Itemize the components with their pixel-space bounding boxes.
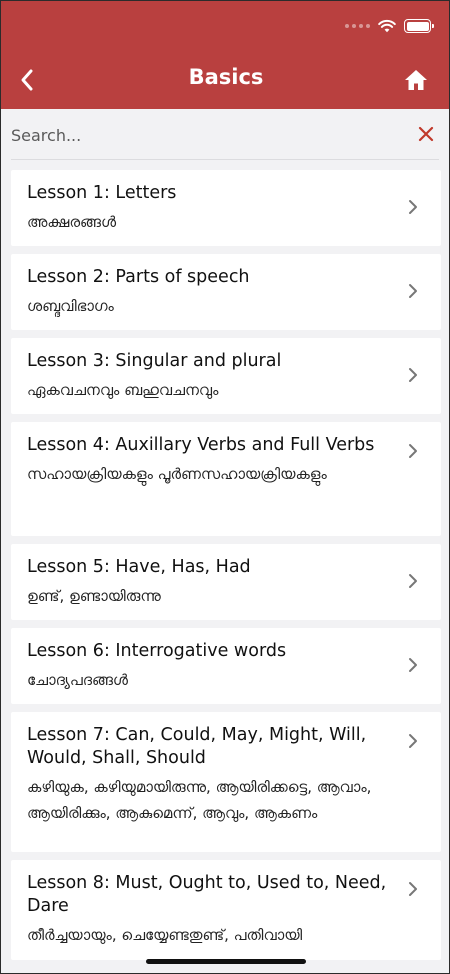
lesson-item[interactable]: Lesson 2: Parts of speech ശബ്ദവിഭാഗം	[11, 254, 441, 330]
chevron-right-icon	[409, 444, 417, 458]
lesson-item[interactable]: Lesson 3: Singular and plural ഏകവചനവും ബ…	[11, 338, 441, 414]
page-title: Basics	[188, 65, 264, 89]
chevron-right-icon	[409, 368, 417, 382]
cellular-signal-icon	[345, 24, 370, 28]
home-button[interactable]	[403, 67, 429, 93]
lesson-title: Lesson 7: Can, Could, May, Might, Will, …	[27, 725, 367, 768]
lesson-item[interactable]: Lesson 6: Interrogative words ചോദ്യപദങ്ങ…	[11, 628, 441, 704]
search-bar	[1, 109, 449, 161]
lesson-subtitle: ചോദ്യപദങ്ങൾ	[27, 671, 128, 689]
lesson-title: Lesson 4: Auxillary Verbs and Full Verbs	[27, 435, 375, 455]
chevron-right-icon	[409, 574, 417, 588]
lesson-subtitle: അക്ഷരങ്ങൾ	[27, 213, 117, 231]
lesson-item[interactable]: Lesson 8: Must, Ought to, Used to, Need,…	[11, 860, 441, 960]
home-icon	[405, 70, 427, 90]
battery-icon	[404, 19, 434, 33]
navigation-header: Basics	[1, 1, 449, 109]
search-input[interactable]	[11, 121, 391, 149]
search-divider	[11, 159, 439, 160]
chevron-right-icon	[409, 200, 417, 214]
lesson-title: Lesson 8: Must, Ought to, Used to, Need,…	[27, 873, 387, 916]
lesson-item[interactable]: Lesson 5: Have, Has, Had ഉണ്ട്, ഉണ്ടായിര…	[11, 544, 441, 620]
app-screen: Basics Lesson 1: Letters അക്ഷരങ്ങൾ Lesso…	[0, 0, 450, 974]
lesson-subtitle: ഏകവചനവും ബഹുവചനവും	[27, 381, 219, 399]
wifi-icon	[378, 19, 396, 33]
lesson-subtitle: തീർച്ചയായും, ചെയ്യേണ്ടതുണ്ട്, പതിവായി	[27, 926, 303, 944]
lesson-title: Lesson 5: Have, Has, Had	[27, 557, 251, 577]
lesson-title: Lesson 6: Interrogative words	[27, 641, 287, 661]
chevron-right-icon	[409, 284, 417, 298]
lesson-subtitle: ഉണ്ട്, ഉണ്ടായിരുന്നു	[27, 587, 161, 605]
lesson-title: Lesson 1: Letters	[27, 183, 177, 203]
lesson-title: Lesson 3: Singular and plural	[27, 351, 282, 371]
lesson-subtitle: കഴിയുക, കഴിയുമായിരുന്നു, ആയിരിക്കട്ടെ, ആ…	[27, 778, 372, 822]
close-icon[interactable]	[417, 125, 435, 143]
lesson-item[interactable]: Lesson 1: Letters അക്ഷരങ്ങൾ	[11, 170, 441, 246]
lesson-list: Lesson 1: Letters അക്ഷരങ്ങൾ Lesson 2: Pa…	[11, 170, 441, 960]
lesson-title: Lesson 2: Parts of speech	[27, 267, 250, 287]
lesson-item[interactable]: Lesson 7: Can, Could, May, Might, Will, …	[11, 712, 441, 852]
chevron-right-icon	[409, 734, 417, 748]
status-bar	[345, 17, 434, 35]
lesson-item[interactable]: Lesson 4: Auxillary Verbs and Full Verbs…	[11, 422, 441, 536]
lesson-subtitle: ശബ്ദവിഭാഗം	[27, 297, 114, 315]
lesson-subtitle: സഹായക്രിയകളും പൂർണസഹായക്രിയകളും	[27, 465, 327, 483]
chevron-right-icon	[409, 882, 417, 896]
home-indicator[interactable]	[146, 959, 306, 964]
chevron-right-icon	[409, 658, 417, 672]
